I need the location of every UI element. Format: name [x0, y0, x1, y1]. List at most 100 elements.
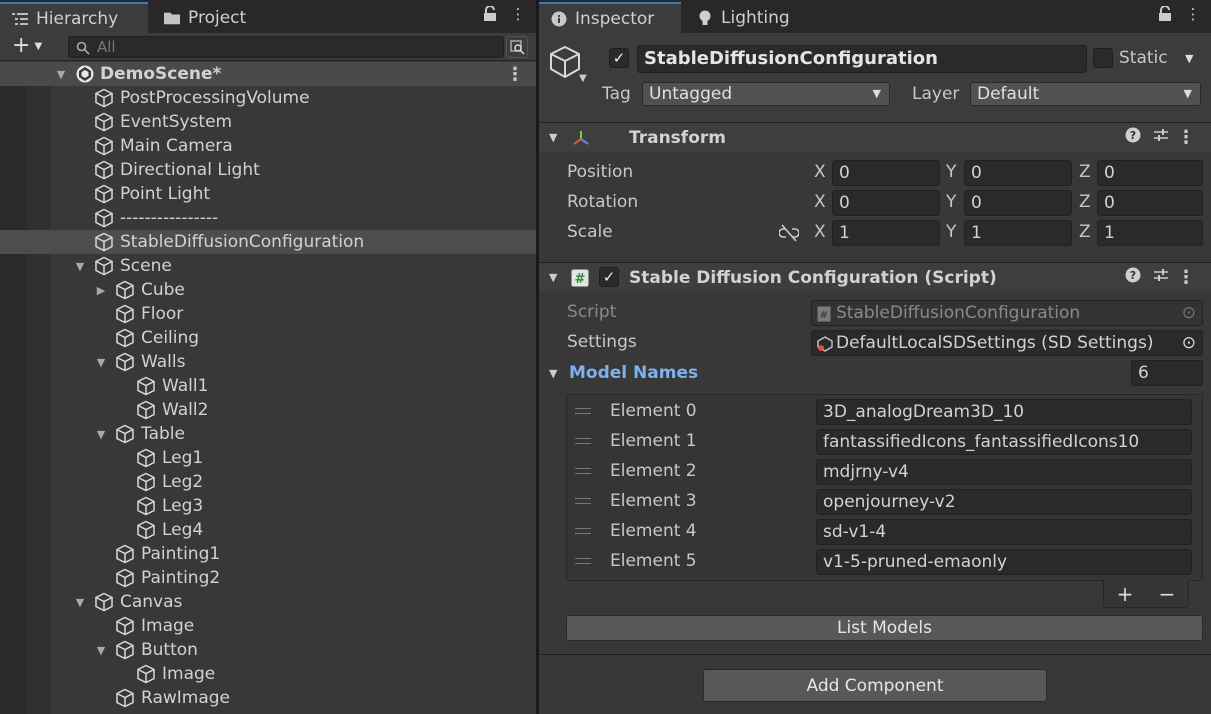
- collapse-arrow-icon[interactable]: ▼: [95, 644, 107, 657]
- hierarchy-item[interactable]: Ceiling: [0, 326, 536, 350]
- hierarchy-item[interactable]: ▼ Scene: [0, 254, 536, 278]
- hierarchy-item[interactable]: Image: [0, 662, 536, 686]
- list-models-button[interactable]: List Models: [566, 615, 1203, 641]
- hierarchy-item[interactable]: Painting2: [0, 566, 536, 590]
- search-scene-button[interactable]: [506, 36, 528, 58]
- more-options-icon[interactable]: ⋮: [510, 5, 526, 23]
- hierarchy-item[interactable]: EventSystem: [0, 110, 536, 134]
- position-z-field[interactable]: 0: [1097, 160, 1203, 186]
- presets-icon[interactable]: [1153, 127, 1169, 148]
- drag-handle-icon[interactable]: [575, 408, 591, 414]
- tab-hierarchy[interactable]: Hierarchy: [0, 2, 148, 33]
- active-checkbox[interactable]: ✓: [609, 48, 629, 68]
- element-value-field[interactable]: mdjrny-v4: [816, 459, 1192, 485]
- object-name-field[interactable]: StableDiffusionConfiguration: [637, 45, 1087, 73]
- expand-arrow-icon[interactable]: ▼: [55, 68, 67, 81]
- help-icon[interactable]: ?: [1125, 267, 1141, 288]
- hierarchy-item[interactable]: Leg4: [0, 518, 536, 542]
- component-more-icon[interactable]: ⋮: [1177, 267, 1195, 288]
- hierarchy-item[interactable]: Image: [0, 614, 536, 638]
- component-more-icon[interactable]: ⋮: [1177, 127, 1195, 148]
- script-enabled-checkbox[interactable]: ✓: [599, 267, 619, 287]
- add-element-button[interactable]: +: [1117, 582, 1134, 606]
- collapse-arrow-icon[interactable]: ▼: [549, 271, 557, 284]
- tab-lighting[interactable]: Lighting: [685, 2, 815, 33]
- hierarchy-item[interactable]: ----------------: [0, 206, 536, 230]
- hierarchy-item[interactable]: Wall1: [0, 374, 536, 398]
- collapse-arrow-icon[interactable]: ▼: [95, 356, 107, 369]
- element-value-field[interactable]: sd-v1-4: [816, 519, 1192, 545]
- remove-element-button[interactable]: −: [1159, 582, 1176, 606]
- collapse-arrow-icon[interactable]: ▼: [95, 428, 107, 441]
- scale-z-field[interactable]: 1: [1097, 220, 1203, 246]
- scene-header[interactable]: ▼ DemoScene* ⋮: [0, 62, 536, 86]
- hierarchy-item[interactable]: Wall2: [0, 398, 536, 422]
- settings-field[interactable]: DefaultLocalSDSettings (SD Settings) ⊙: [811, 330, 1203, 356]
- hierarchy-item[interactable]: ▼ Button: [0, 638, 536, 662]
- gameobject-cube-icon: [115, 424, 135, 444]
- drag-handle-icon[interactable]: [575, 498, 591, 504]
- model-names-foldout-icon[interactable]: ▼: [549, 367, 557, 380]
- hierarchy-item[interactable]: Floor: [0, 302, 536, 326]
- drag-handle-icon[interactable]: [575, 438, 591, 444]
- presets-icon[interactable]: [1153, 267, 1169, 288]
- light-bulb-icon: [697, 10, 713, 26]
- icon-dropdown-arrow-icon[interactable]: ▼: [579, 73, 587, 84]
- rotation-y-field[interactable]: 0: [964, 190, 1072, 216]
- model-count-field[interactable]: 6: [1131, 360, 1203, 386]
- more-options-icon[interactable]: ⋮: [1185, 5, 1201, 23]
- layer-dropdown[interactable]: Default: [970, 82, 1201, 106]
- hierarchy-item-label: Image: [141, 616, 195, 636]
- scale-y-field[interactable]: 1: [964, 220, 1072, 246]
- hierarchy-item[interactable]: Leg1: [0, 446, 536, 470]
- search-input[interactable]: All: [68, 36, 504, 58]
- static-dropdown-icon[interactable]: ▼: [1185, 52, 1193, 65]
- element-value-field[interactable]: 3D_analogDream3D_10: [816, 399, 1192, 425]
- script-hash-icon: #: [571, 269, 589, 292]
- collapse-arrow-icon[interactable]: ▼: [549, 131, 557, 144]
- rotation-x-field[interactable]: 0: [832, 190, 940, 216]
- collapse-arrow-icon[interactable]: ▼: [74, 260, 86, 273]
- lock-icon[interactable]: [1157, 6, 1173, 22]
- hierarchy-item[interactable]: Leg2: [0, 470, 536, 494]
- hierarchy-item[interactable]: ▼ Canvas: [0, 590, 536, 614]
- help-icon[interactable]: ?: [1125, 127, 1141, 148]
- tag-dropdown[interactable]: Untagged: [642, 82, 890, 106]
- script-component-header[interactable]: ▼ # ✓ Stable Diffusion Configuration (Sc…: [539, 262, 1211, 292]
- element-value-field[interactable]: v1-5-pruned-emaonly: [816, 549, 1192, 575]
- hierarchy-item[interactable]: ▼ Table: [0, 422, 536, 446]
- hierarchy-item[interactable]: ▼ Walls: [0, 350, 536, 374]
- position-x-field[interactable]: 0: [832, 160, 940, 186]
- position-y-field[interactable]: 0: [964, 160, 1072, 186]
- drag-handle-icon[interactable]: [575, 558, 591, 564]
- drag-handle-icon[interactable]: [575, 528, 591, 534]
- scene-more-icon[interactable]: ⋮: [506, 64, 524, 85]
- hierarchy-item[interactable]: RawImage: [0, 686, 536, 710]
- create-button[interactable]: + ▼: [12, 35, 42, 57]
- hierarchy-item[interactable]: Main Camera: [0, 134, 536, 158]
- tab-inspector[interactable]: Inspector: [539, 2, 681, 33]
- hierarchy-item[interactable]: Leg3: [0, 494, 536, 518]
- unlink-icon[interactable]: [778, 224, 800, 247]
- hierarchy-item[interactable]: Point Light: [0, 182, 536, 206]
- rotation-z-field[interactable]: 0: [1097, 190, 1203, 216]
- hierarchy-item[interactable]: PostProcessingVolume: [0, 86, 536, 110]
- add-component-button[interactable]: Add Component: [703, 669, 1047, 702]
- hierarchy-item[interactable]: ▶ Cube: [0, 278, 536, 302]
- hierarchy-item[interactable]: Painting1: [0, 542, 536, 566]
- collapse-arrow-icon[interactable]: ▼: [74, 596, 86, 609]
- scale-x-field[interactable]: 1: [832, 220, 940, 246]
- hierarchy-item[interactable]: Directional Light: [0, 158, 536, 182]
- transform-header[interactable]: ▼ Transform ? ⋮: [539, 122, 1211, 152]
- element-value-field[interactable]: openjourney-v2: [816, 489, 1192, 515]
- expand-arrow-icon[interactable]: ▶: [95, 284, 107, 297]
- static-checkbox[interactable]: [1093, 48, 1113, 68]
- lock-icon[interactable]: [482, 6, 498, 22]
- object-picker-icon[interactable]: ⊙: [1182, 331, 1196, 355]
- model-names-label[interactable]: Model Names: [569, 363, 698, 383]
- drag-handle-icon[interactable]: [575, 468, 591, 474]
- hierarchy-item-label: Point Light: [120, 184, 211, 204]
- tab-project[interactable]: Project: [152, 2, 292, 33]
- element-value-field[interactable]: fantassifiedIcons_fantassifiedIcons10: [816, 429, 1192, 455]
- hierarchy-item[interactable]: StableDiffusionConfiguration: [0, 230, 536, 254]
